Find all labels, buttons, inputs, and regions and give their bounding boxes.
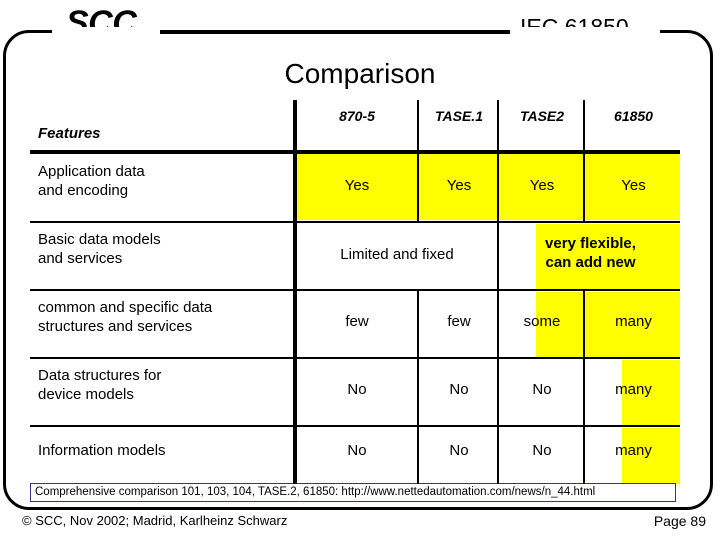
grid-line-col3-col4-body5: [583, 426, 585, 484]
reference-link-box[interactable]: Comprehensive comparison 101, 103, 104, …: [30, 483, 676, 502]
cell-row5-col1: No: [347, 442, 367, 459]
grid-line-col1-col2-body5: [417, 426, 419, 484]
grid-line-col3-col4-body1: [583, 152, 585, 222]
grid-line-col3-col4-body3: [583, 290, 585, 358]
features-column-label: Features: [38, 125, 101, 142]
grid-line-col1-col2-body1: [417, 152, 419, 222]
row-feature-label: common and specific data structures and …: [38, 299, 213, 335]
cell-row2-span-61850: very flexible, can add new: [545, 235, 636, 271]
cell-row3-col3: some: [523, 313, 561, 330]
cell-row3-col1: few: [345, 313, 369, 330]
row-feature-label: Data structures for device models: [38, 367, 162, 403]
grid-line-col2-col3-body3: [497, 290, 499, 358]
grid-line-col2-col3-body2: [497, 222, 499, 290]
cell-row4-col4: many: [615, 381, 652, 398]
page-number: Page 89: [653, 513, 706, 529]
comparison-table: Features 870-5 TASE.1 TASE2 61850 Applic…: [30, 100, 682, 484]
page-title: Comparison: [284, 58, 436, 89]
cell-row1-col4: Yes: [621, 177, 646, 194]
cell-row3-col2: few: [447, 313, 471, 330]
cell-row4-col2: No: [449, 381, 469, 398]
row-feature-label: Basic data models and services: [38, 231, 161, 267]
cell-row2-span-legacy: Limited and fixed: [340, 246, 454, 263]
header-divider-rule: [160, 31, 512, 34]
column-header-61850: 61850: [614, 108, 653, 124]
grid-line-col2-col3: [497, 100, 499, 152]
grid-line-col1-col2: [417, 100, 419, 152]
grid-line-col2-col3-body5: [497, 426, 499, 484]
cell-row5-col2: No: [449, 442, 469, 459]
frame-gap-right: [510, 27, 660, 35]
cell-row5-col4: many: [615, 442, 652, 459]
column-header-tase2: TASE2: [519, 108, 565, 124]
copyright-text: © SCC, Nov 2002; Madrid, Karlheinz Schwa…: [22, 513, 288, 528]
cell-row1-col3: Yes: [529, 177, 555, 194]
cell-row5-col3: No: [532, 442, 552, 459]
cell-row4-col3: No: [532, 381, 552, 398]
grid-line-col2-col3-body4: [497, 358, 499, 426]
grid-line-col1-col2-body3: [417, 290, 419, 358]
cell-row3-col4: many: [615, 313, 652, 330]
cell-row4-col1: No: [347, 381, 367, 398]
row-feature-label: Information models: [38, 442, 166, 459]
frame-gap-left: [52, 27, 160, 35]
grid-line-col3-col4: [583, 100, 585, 152]
cell-row1-col2: Yes: [446, 177, 472, 194]
cell-row1-col1: Yes: [344, 177, 370, 194]
column-header-870-5: 870-5: [339, 108, 375, 124]
grid-line-col1-col2-body4: [417, 358, 419, 426]
grid-line-col3-col4-body4: [583, 358, 585, 426]
column-header-tase-1: TASE.1: [435, 108, 483, 124]
row-feature-label: Application data and encoding: [38, 163, 145, 199]
grid-line-feature-separator: [293, 100, 297, 484]
grid-line-col2-col3-body1: [497, 152, 499, 222]
